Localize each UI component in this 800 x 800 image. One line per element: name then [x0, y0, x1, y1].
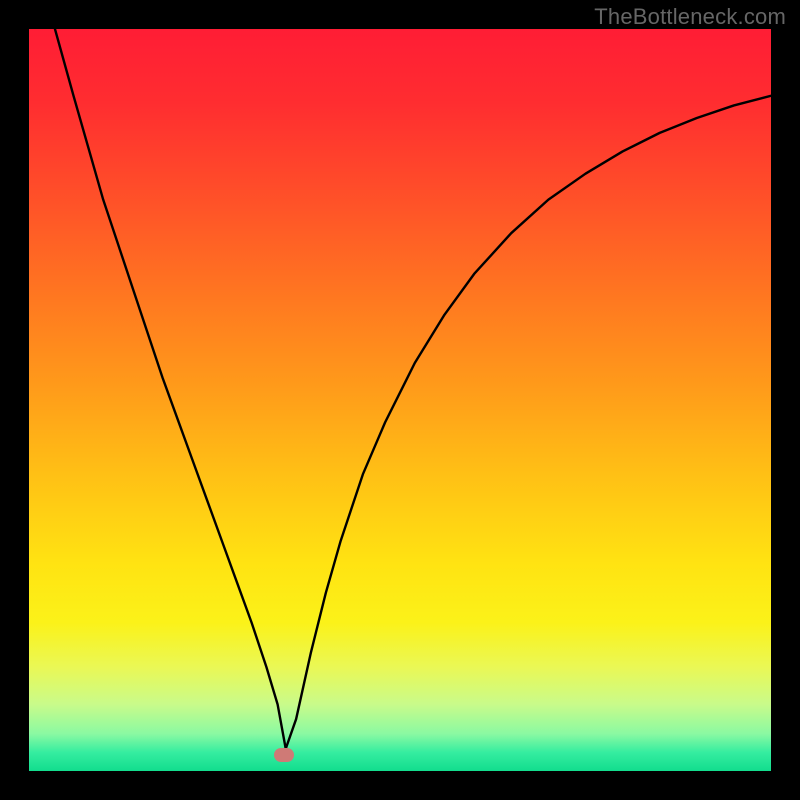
plot-area — [29, 29, 771, 771]
watermark-text: TheBottleneck.com — [594, 4, 786, 30]
chart-frame: TheBottleneck.com — [0, 0, 800, 800]
optimal-point-marker — [274, 748, 294, 762]
bottleneck-plot — [29, 29, 771, 771]
gradient-background — [29, 29, 771, 771]
